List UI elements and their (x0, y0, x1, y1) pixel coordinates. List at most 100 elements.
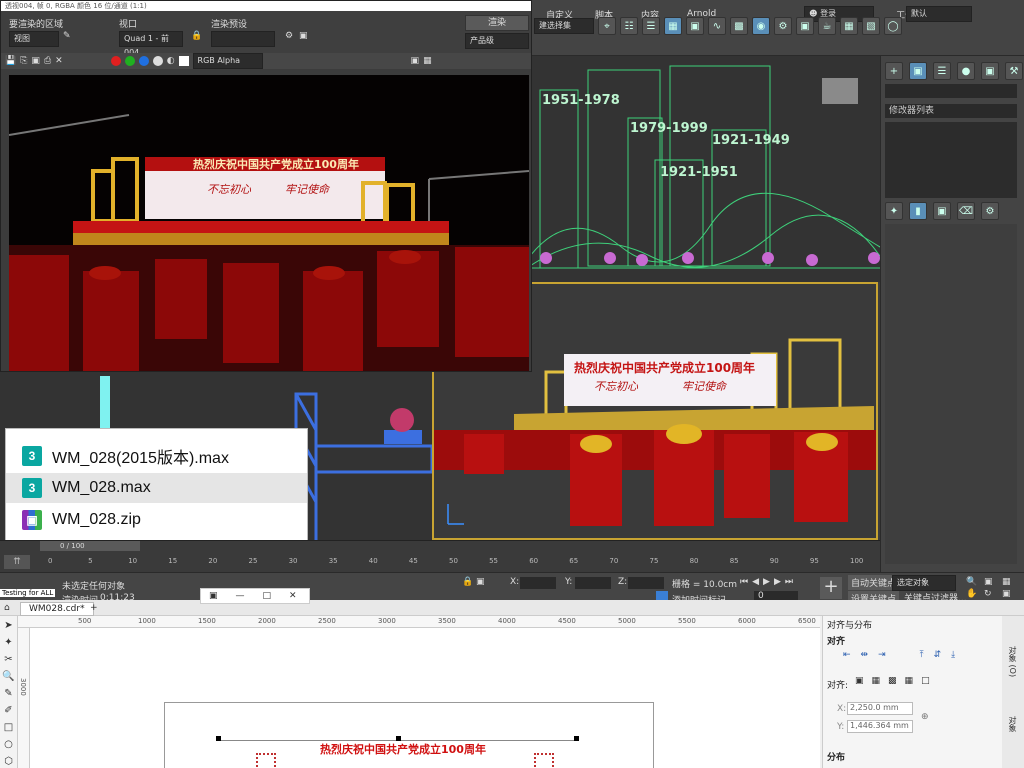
file-item[interactable]: ▣ WM_028.zip (6, 505, 307, 535)
create-tab-icon[interactable]: + (885, 62, 903, 80)
edit-region-icon[interactable]: ✎ (63, 31, 71, 41)
scene-explorer-icon[interactable]: ▦ (664, 17, 682, 35)
y-position-field[interactable]: 1,446.364 mm (847, 720, 913, 733)
align-center-h-icon[interactable]: ⇹ (861, 650, 869, 660)
key-mode-icon[interactable]: + (820, 577, 842, 599)
timeline[interactable]: 0 / 100 ⇈ 0 5 10 15 20 25 30 35 40 45 50 55 60 65 70 75… (0, 540, 880, 572)
artistic-media-icon[interactable]: ✐ (4, 705, 12, 716)
display-tab-icon[interactable]: ▣ (981, 62, 999, 80)
lock-selection-icon[interactable]: 🔒 (462, 577, 473, 587)
render-frame-icon[interactable]: ▣ (796, 17, 814, 35)
go-to-end-icon[interactable]: ⏭ (785, 577, 793, 587)
maximize-viewport-icon[interactable]: ▣ (1002, 589, 1018, 599)
selection-handle[interactable] (574, 736, 579, 741)
swatch-icon[interactable] (178, 56, 189, 66)
page-edge-icon[interactable]: ▦ (872, 676, 881, 686)
viewport-dropdown[interactable]: Quad 1 - 前004 (119, 31, 183, 57)
corel-banner-text[interactable]: 热烈庆祝中国共产党成立100周年 (320, 741, 486, 757)
next-frame-icon[interactable]: ▶ (774, 577, 781, 587)
clear-icon[interactable]: ✕ (55, 56, 63, 66)
drawing-canvas[interactable]: 热烈庆祝中国共产党成立100周年 (30, 628, 820, 768)
blue-channel-icon[interactable] (138, 56, 149, 66)
configure-icon[interactable]: ⚙ (981, 202, 999, 220)
area-to-render-dropdown[interactable]: 视图 (9, 31, 59, 47)
zoom-tool-icon[interactable]: 🔍 (2, 671, 14, 682)
page-center-icon[interactable]: ▩ (888, 676, 897, 686)
grid-icon[interactable]: ▦ (905, 676, 914, 686)
selected-object-dropdown[interactable]: 选定对象 (892, 575, 956, 591)
lock-icon[interactable]: 🔒 (191, 31, 202, 41)
selection-handle[interactable] (216, 736, 221, 741)
align-bottom-icon[interactable]: ⤓ (951, 650, 955, 660)
zoom-all-icon[interactable]: ▣ (984, 577, 1000, 587)
add-tab-icon[interactable]: + (90, 603, 98, 613)
monochrome-icon[interactable]: ◐ (167, 56, 175, 66)
render-preset-dropdown[interactable] (211, 31, 275, 47)
copy-image-icon[interactable]: ⎘ (20, 56, 27, 66)
render-icon[interactable]: ☕ (818, 17, 836, 35)
shape-tool-icon[interactable]: ✦ (4, 637, 12, 648)
remove-modifier-icon[interactable]: ⌫ (957, 202, 975, 220)
workspace-dropdown[interactable]: 默认 (906, 6, 972, 22)
viewcube[interactable] (822, 78, 858, 104)
alpha-channel-icon[interactable] (152, 56, 163, 66)
pin-stack-icon[interactable]: ✦ (885, 202, 903, 220)
isolate-icon[interactable]: ◯ (884, 17, 902, 35)
close-icon[interactable]: ✕ (289, 591, 297, 601)
zoom-extents-icon[interactable]: ▦ (1002, 577, 1018, 587)
align-center-v-icon[interactable]: ⇵ (934, 650, 942, 660)
freehand-tool-icon[interactable]: ✎ (4, 688, 12, 699)
front-viewport[interactable]: 1951-1978 1979-1999 1921-1949 1921-1951 (530, 56, 880, 282)
save-image-icon[interactable]: 💾 (5, 56, 16, 66)
object-name-field[interactable] (885, 84, 1017, 98)
specified-point-icon[interactable]: □ (921, 676, 930, 686)
environment-icon[interactable]: ▣ (299, 31, 308, 41)
curve-editor-icon[interactable]: ∿ (708, 17, 726, 35)
render-button[interactable]: 渲染 (465, 15, 529, 31)
modify-tab-icon[interactable]: ▣ (909, 62, 927, 80)
red-channel-icon[interactable] (110, 56, 121, 66)
crop-tool-icon[interactable]: ✂ (4, 654, 12, 665)
objects-tab[interactable]: 对象 (O) (1007, 646, 1018, 677)
snap-icon[interactable]: ⌖ (598, 17, 616, 35)
make-unique-icon[interactable]: ▣ (933, 202, 951, 220)
go-to-start-icon[interactable]: ⏮ (740, 577, 748, 587)
polygon-tool-icon[interactable]: ⬡ (4, 756, 13, 767)
production-dropdown[interactable]: 产品级 (465, 33, 529, 49)
green-channel-icon[interactable] (124, 56, 135, 66)
align-top-icon[interactable]: ⤒ (920, 650, 924, 660)
mini-curve-toggle[interactable]: ⇈ (4, 555, 30, 569)
modifier-list-dropdown[interactable]: 修改器列表 (885, 104, 1017, 118)
modifier-stack[interactable] (885, 122, 1017, 198)
time-slider[interactable]: 0 / 100 (40, 541, 140, 551)
material-editor-icon[interactable]: ◉ (752, 17, 770, 35)
minimize-icon[interactable]: — (236, 591, 245, 601)
show-end-result-icon[interactable]: ▮ (909, 202, 927, 220)
rectangle-tool-icon[interactable]: □ (4, 722, 13, 733)
toggle-ribbon-icon[interactable]: ▣ (686, 17, 704, 35)
maximize-icon[interactable]: □ (263, 591, 272, 601)
artwork-group[interactable]: 热烈庆祝中国共产党成立100周年 (216, 740, 576, 768)
reset-point-icon[interactable]: ⊕ (921, 712, 929, 722)
active-objects-icon[interactable]: ▣ (855, 676, 864, 686)
selection-handle[interactable] (396, 736, 401, 741)
file-item[interactable]: 3 WM_028.max (6, 473, 307, 503)
render-setup-icon[interactable]: ⚙ (774, 17, 792, 35)
y-coordinate-field[interactable] (575, 577, 611, 589)
utilities-tab-icon[interactable]: ⚒ (1005, 62, 1023, 80)
layer-icon[interactable]: ☰ (642, 17, 660, 35)
play-icon[interactable]: ▶ (763, 577, 770, 587)
align-right-icon[interactable]: ⇥ (878, 650, 886, 660)
channel-dropdown[interactable]: RGB Alpha (192, 53, 263, 69)
ellipse-tool-icon[interactable]: ○ (4, 739, 13, 750)
motion-tab-icon[interactable]: ● (957, 62, 975, 80)
transform-mode-icon[interactable]: ▣ (476, 577, 485, 587)
document-tab[interactable]: WM028.cdr* (20, 602, 94, 616)
home-icon[interactable]: ⌂ (4, 603, 10, 613)
z-coordinate-field[interactable] (628, 577, 664, 589)
hierarchy-tab-icon[interactable]: ☰ (933, 62, 951, 80)
x-position-field[interactable]: 2,250.0 mm (847, 702, 913, 715)
zoom-icon[interactable]: 🔍 (966, 577, 982, 587)
orbit-icon[interactable]: ↻ (984, 589, 1000, 599)
previous-frame-icon[interactable]: ◀ (752, 577, 759, 587)
